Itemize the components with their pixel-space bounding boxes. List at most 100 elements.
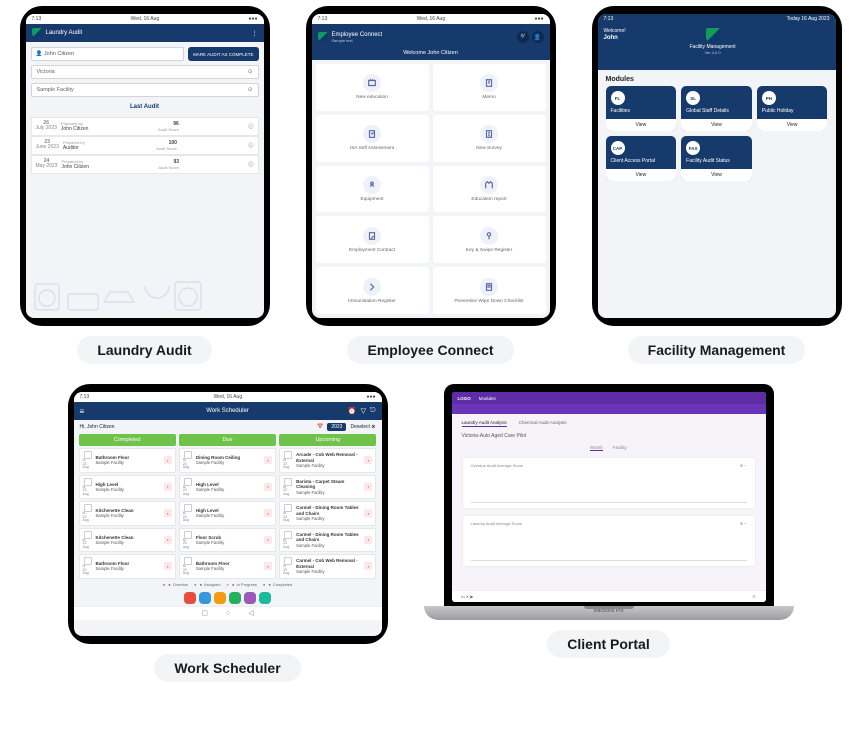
app-shortcut[interactable] — [259, 592, 271, 604]
status-bar: 7:13 Wed, 16 Aug ●●● — [26, 14, 264, 24]
pdf-icon[interactable]: ▪ — [164, 456, 172, 464]
tile-icon — [480, 176, 498, 194]
year-badge[interactable]: 2023 — [327, 423, 346, 431]
pdf-icon[interactable]: ▪ — [364, 509, 372, 517]
view-button[interactable]: View — [757, 119, 828, 131]
pdf-icon[interactable]: ▪ — [164, 483, 172, 491]
module-tile[interactable]: New Survey — [433, 115, 546, 162]
exit-icon[interactable]: ⎋ — [370, 407, 376, 415]
view-button[interactable]: View — [681, 119, 752, 131]
section-title: Last Audit — [31, 104, 259, 110]
module-tile[interactable]: Equipment — [316, 166, 429, 213]
caption: Facility Management — [628, 336, 806, 364]
state-select[interactable]: Victoria ⊙ — [31, 65, 259, 79]
pdf-icon[interactable]: ▪ — [264, 509, 272, 517]
reminder-icon[interactable]: ⏰ — [348, 407, 357, 415]
filter-icon[interactable]: ▽ — [361, 407, 366, 415]
pdf-icon[interactable]: ▪ — [164, 536, 172, 544]
task-card[interactable]: M23 AugCarmel - Dining Room Tables and C… — [279, 528, 376, 553]
pdf-icon[interactable]: ▪ — [164, 509, 172, 517]
chart-controls[interactable]: ⊕ − — [740, 521, 747, 526]
subtab-facility[interactable]: Facility — [613, 445, 627, 451]
calendar-icon[interactable]: 📅 — [317, 424, 323, 430]
tab-laundry[interactable]: Laundry Audit Analysis — [462, 420, 507, 427]
audit-row[interactable]: 26July 2023Prepared byJohn Citizen96Audi… — [31, 117, 259, 136]
task-card[interactable]: M23 AugDining Room CeilingSample Facilit… — [179, 448, 276, 473]
view-button[interactable]: View — [681, 169, 752, 181]
tab-chemical[interactable]: Chemical Audit Analysis — [519, 420, 567, 427]
module-tile[interactable]: PHPublic HolidayView — [757, 86, 828, 131]
module-tile[interactable]: Preventive Wipe Down Checklist — [433, 267, 546, 314]
facility-select[interactable]: Sample Facility ⊙ — [31, 83, 259, 97]
task-card[interactable]: M23 AugCarmel - Dining Room Tables and C… — [279, 501, 376, 526]
pdf-icon[interactable]: ▪ — [264, 456, 272, 464]
info-icon[interactable]: ⓘ — [248, 142, 253, 149]
legend-item: In Progress — [227, 582, 257, 587]
module-tile[interactable]: CAPClient Access PortalView — [606, 136, 677, 181]
module-tile[interactable]: Employment Contract — [316, 216, 429, 263]
tablet-frame: 7:13 Wed, 16 Aug ●●● Laundry Audit ⋮ 👤 J… — [20, 6, 270, 326]
pdf-icon[interactable]: ▪ — [364, 536, 372, 544]
task-card[interactable]: M23 AugBathroom FloorSample Facility▪ — [79, 448, 176, 473]
view-button[interactable]: View — [606, 119, 677, 131]
module-tile[interactable]: Education report — [433, 166, 546, 213]
shield-icon — [32, 28, 42, 38]
audit-row[interactable]: 23June 2023Prepared byAuditor100Audit Sc… — [31, 136, 259, 155]
nav-modules[interactable]: Modules — [479, 396, 496, 401]
pdf-icon[interactable]: ▪ — [264, 562, 272, 570]
module-tile[interactable]: Memo — [433, 64, 546, 111]
module-tile[interactable]: Immunisation Register — [316, 267, 429, 314]
app-shortcut[interactable] — [214, 592, 226, 604]
info-icon[interactable]: ⓘ — [248, 123, 253, 130]
tile-icon — [480, 278, 498, 296]
task-card[interactable]: M23 AugFloor ScrubSample Facility▪ — [179, 528, 276, 553]
module-tile[interactable]: New education — [316, 64, 429, 111]
task-card[interactable]: M23 AugArcade - Cob Web Removal - Extern… — [279, 448, 376, 473]
task-card[interactable]: M23 AugHigh LevelSample Facility▪ — [79, 475, 176, 500]
task-card[interactable]: M23 AugCarmel - Cob Web Removal - Extern… — [279, 554, 376, 579]
home-icon[interactable]: ○ — [226, 610, 230, 617]
pdf-icon[interactable]: ▪ — [264, 483, 272, 491]
pdf-icon[interactable]: ▪ — [264, 536, 272, 544]
app-shortcut[interactable] — [229, 592, 241, 604]
user-field: 👤 John Citizen — [31, 47, 185, 61]
chart-panel-1: Overdue Audit Average Score⊕ − — [462, 457, 756, 509]
task-card[interactable]: M23 AugBathroom FloorSample Facility▪ — [79, 554, 176, 579]
translate-button[interactable]: ᴬ⁄ — [517, 31, 529, 43]
chart-controls[interactable]: ⊕ − — [740, 463, 747, 468]
task-card[interactable]: M23 AugBathroom FloorSample Facility▪ — [179, 554, 276, 579]
tablet-frame: 7:13 Wed, 16 Aug ●●● Employee Connect Sa… — [306, 6, 556, 326]
deselect-button[interactable]: Deselect ⊗ — [350, 424, 375, 430]
app-shortcut[interactable] — [184, 592, 196, 604]
social-icons[interactable]: in ✕ ▶ — [462, 594, 474, 599]
pdf-icon[interactable]: ▪ — [364, 456, 372, 464]
item-employee-connect: 7:13 Wed, 16 Aug ●●● Employee Connect Sa… — [306, 6, 556, 364]
task-card[interactable]: M23 AugBarista - Carpet Steam CleaningSa… — [279, 475, 376, 500]
legend-item: Completed — [263, 582, 292, 587]
app-shortcut[interactable] — [244, 592, 256, 604]
app-shortcut[interactable] — [199, 592, 211, 604]
caption: Laundry Audit — [77, 336, 211, 364]
pdf-icon[interactable]: ▪ — [364, 562, 372, 570]
module-tile[interactable]: SLGlobal Staff DetailsView — [681, 86, 752, 131]
task-card[interactable]: M23 AugHigh LevelSample Facility▪ — [179, 501, 276, 526]
menu-icon[interactable]: ⋮ — [252, 30, 258, 37]
recent-icon[interactable]: ▢ — [201, 609, 208, 617]
module-tile[interactable]: Key & Swipe Register — [433, 216, 546, 263]
pdf-icon[interactable]: ▪ — [364, 483, 372, 491]
back-icon[interactable]: ◁ — [248, 609, 253, 617]
module-tile[interactable]: ISA Self Assessment — [316, 115, 429, 162]
view-button[interactable]: View — [606, 169, 677, 181]
task-card[interactable]: M23 AugKitchenette CleanSample Facility▪ — [79, 528, 176, 553]
pdf-icon[interactable]: ▪ — [164, 562, 172, 570]
audit-row[interactable]: 24May 2023Prepared byJohn Citizen93Audit… — [31, 155, 259, 174]
profile-button[interactable]: 👤 — [532, 31, 544, 43]
mark-complete-button[interactable]: MARK AUDIT AS COMPLETE — [188, 47, 258, 61]
info-icon[interactable]: ⓘ — [248, 161, 253, 168]
module-tile[interactable]: FLFacilitiesView — [606, 86, 677, 131]
subtab-month[interactable]: Month — [590, 445, 603, 451]
module-tile[interactable]: FASFacility Audit StatusView — [681, 136, 752, 181]
menu-icon[interactable]: ≡ — [80, 407, 85, 416]
task-card[interactable]: M23 AugKitchenette CleanSample Facility▪ — [79, 501, 176, 526]
task-card[interactable]: M23 AugHigh LevelSample Facility▪ — [179, 475, 276, 500]
